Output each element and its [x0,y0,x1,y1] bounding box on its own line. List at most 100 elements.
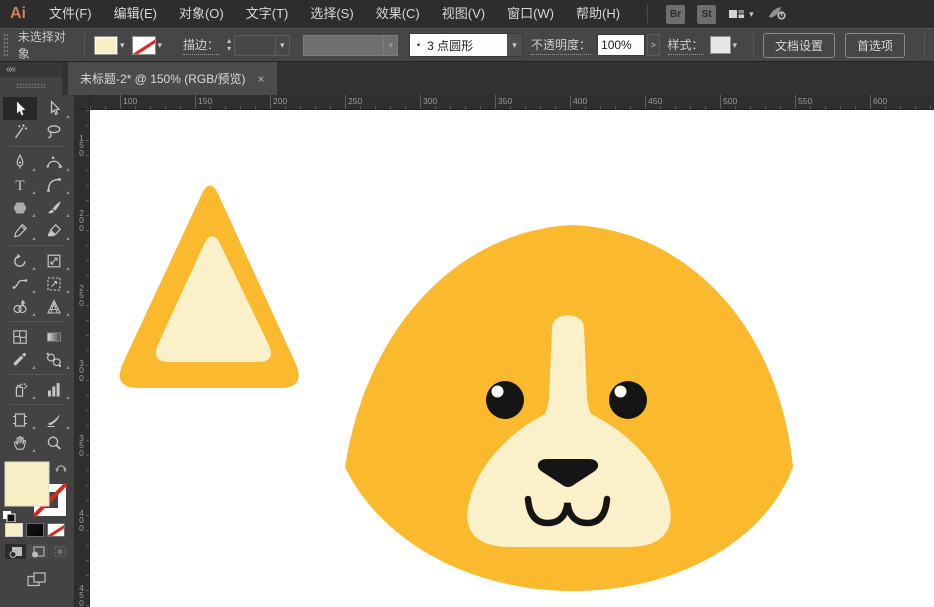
polygon-tool[interactable] [3,196,37,219]
slice-tool[interactable] [37,408,71,431]
hand-tool[interactable] [3,431,37,454]
direct-selection-tool[interactable] [37,97,71,120]
menu-item-0[interactable]: 文件(F) [38,0,103,28]
ruler-tick [85,350,89,351]
shape-builder-tool[interactable] [3,295,37,318]
stroke-color-control[interactable]: ▾ [131,35,163,55]
gpu-performance-icon[interactable] [766,4,788,25]
menu-item-6[interactable]: 视图(V) [431,0,496,28]
brush-definition-dropdown[interactable]: • 3 点圆形 ▾ [409,33,523,57]
paintbrush-tool[interactable] [37,196,71,219]
none-button[interactable] [47,523,65,537]
arc-tool[interactable] [37,173,71,196]
scale-tool[interactable] [37,249,71,272]
ruler-label: 300 [423,96,438,106]
symbol-sprayer-tool[interactable] [3,378,37,401]
close-tab-icon[interactable]: × [258,72,265,86]
curvature-icon [46,155,62,168]
menu-item-4[interactable]: 选择(S) [299,0,364,28]
menu-item-1[interactable]: 编辑(E) [103,0,168,28]
symbol-sprayer-icon [15,382,28,397]
stroke-weight-dropdown[interactable]: ▾ [234,34,290,56]
artboard-tool[interactable] [3,408,37,431]
brush-field[interactable]: • 3 点圆形 [410,34,507,56]
eraser-tool[interactable] [37,219,71,242]
pen-tool[interactable] [3,150,37,173]
selection-status: 未选择对象 [17,30,66,61]
dog-left-eye[interactable] [486,381,524,419]
swap-fill-stroke-icon[interactable] [55,465,67,473]
opacity-expand-button[interactable]: > [647,34,660,56]
blend-tool[interactable] [37,348,71,371]
preferences-button[interactable]: 首选项 [845,32,906,58]
menu-item-3[interactable]: 文字(T) [235,0,300,28]
ruler-tick [270,95,271,109]
flyout-indicator [66,396,69,399]
ruler-tick [300,105,301,109]
menu-item-8[interactable]: 帮助(H) [565,0,631,28]
default-fill-stroke-icon[interactable] [3,511,16,523]
lasso-tool[interactable] [37,120,71,143]
mesh-tool[interactable] [3,325,37,348]
fill-color-swatch[interactable] [93,35,118,55]
selection-tool[interactable] [3,97,37,120]
brush-dropdown-button[interactable]: ▾ [507,34,522,56]
panel-drag-handle[interactable] [16,83,46,88]
lasso-icon [47,124,61,138]
slice-icon [47,413,60,427]
draw-behind-button[interactable] [27,544,48,559]
shaper-tool[interactable] [3,219,37,242]
workspace-layout-icon [729,10,745,18]
gradient-tool[interactable] [37,325,71,348]
free-transform-tool[interactable] [37,272,71,295]
menu-item-5[interactable]: 效果(C) [365,0,431,28]
width-tool[interactable] [3,272,37,295]
menu-item-7[interactable]: 窗口(W) [496,0,565,28]
ruler-tick [840,105,841,109]
ruler-tick [495,95,496,109]
workspace-switcher[interactable]: ▾ [728,6,754,22]
eyedropper-tool[interactable] [3,348,37,371]
opacity-label[interactable]: 不透明度： [531,36,592,55]
chevron-down-icon: ▾ [157,39,163,50]
ruler-tick [165,105,166,109]
ruler-tick [765,105,766,109]
dog-right-eye[interactable] [609,381,647,419]
separator [84,33,85,57]
vertical-ruler[interactable]: 1 5 0 2 0 0 2 5 0 3 0 0 3 5 0 4 0 0 4 5 0 [75,110,90,607]
gradient-button[interactable] [26,523,44,537]
canvas[interactable] [90,110,934,607]
screen-mode-icon[interactable] [26,571,48,593]
magic-wand-tool[interactable] [3,120,37,143]
curvature-tool[interactable] [37,150,71,173]
document-setup-button[interactable]: 文档设置 [763,32,836,58]
rotate-tool[interactable] [3,249,37,272]
ruler-tick [85,320,89,321]
ruler-tick [85,125,89,126]
fill-indicator[interactable] [4,461,50,507]
control-bar-grip[interactable] [3,33,8,57]
color-button[interactable] [5,523,23,537]
ruler-tick [405,105,406,109]
stroke-weight-stepper[interactable]: ▴ ▾ [227,37,231,53]
draw-normal-button[interactable] [5,544,26,559]
ruler-origin-corner[interactable] [75,95,90,110]
menu-item-2[interactable]: 对象(O) [168,0,235,28]
bridge-button[interactable]: Br [666,4,686,24]
style-swatch-control[interactable]: ▾ [709,36,737,54]
document-tab[interactable]: 未标题-2* @ 150% (RGB/预览) × [68,62,277,95]
horizontal-ruler[interactable]: 100 150 200 250 300 350 400 450 500 550 600 [90,95,934,110]
zoom-tool[interactable] [37,431,71,454]
fill-color-control[interactable]: ▾ [93,35,125,55]
column-graph-tool[interactable] [37,378,71,401]
collapse-panel-button[interactable]: «« [0,63,16,76]
stroke-weight-label[interactable]: 描边： [183,36,220,55]
opacity-input[interactable] [597,34,646,56]
style-swatch[interactable] [709,36,731,54]
type-tool[interactable]: T [3,173,37,196]
perspective-grid-tool[interactable] [37,295,71,318]
stroke-none-swatch[interactable] [131,35,156,55]
scale-icon [47,254,61,267]
stock-button[interactable]: St [697,4,717,24]
style-label[interactable]: 样式： [667,36,704,55]
